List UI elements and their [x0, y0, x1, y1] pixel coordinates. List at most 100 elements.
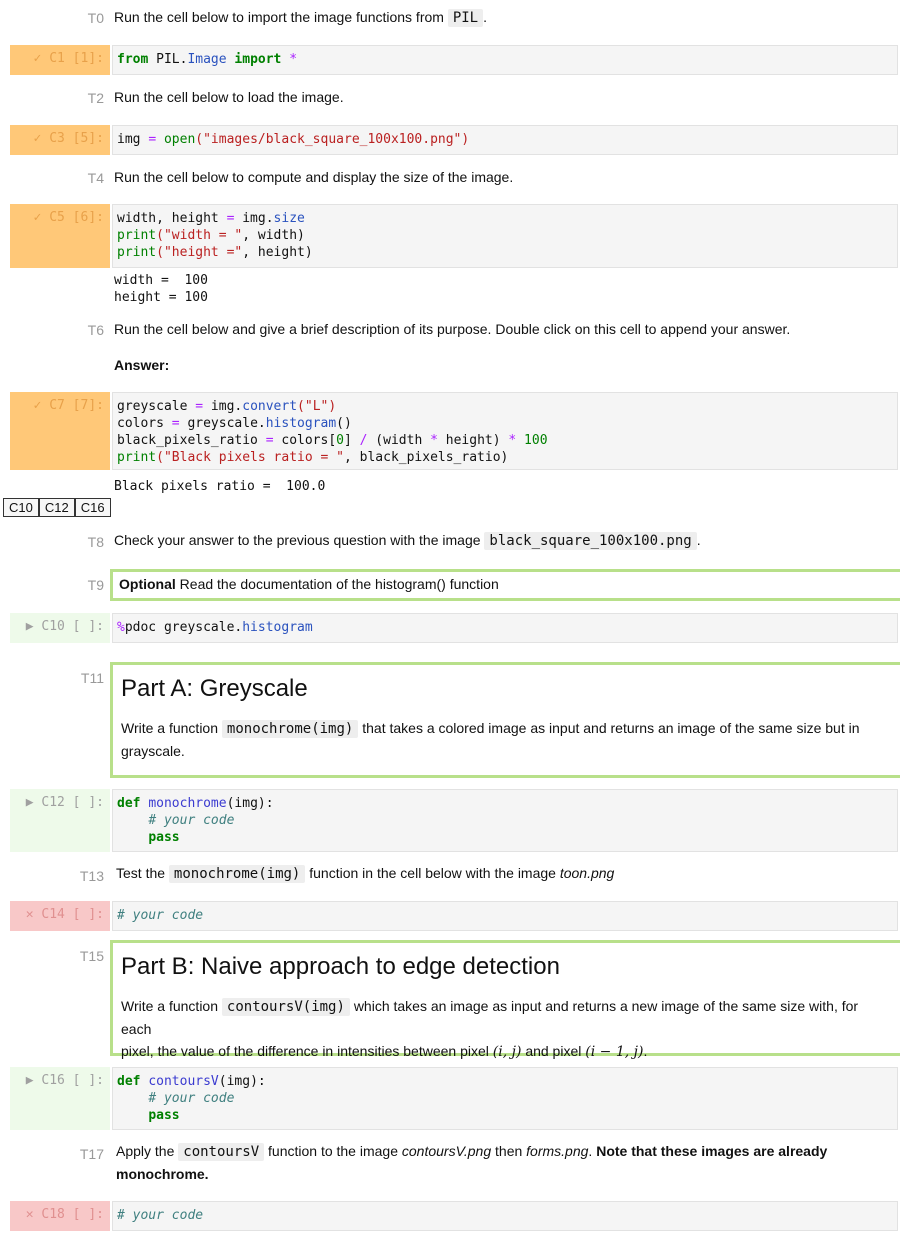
cell-text: Run the cell below to load the image. [114, 89, 344, 105]
italic-text: contoursV.png [401, 1143, 492, 1159]
markdown-cell[interactable]: Optional Read the documentation of the h… [110, 569, 900, 601]
code-cell[interactable]: ✓ C1 [1]: from PIL.Image import * [10, 45, 898, 75]
code-cell[interactable]: ✕ C14 [ ]: # your code [10, 901, 898, 931]
cell-prompt: ▶ C16 [ ]: [10, 1067, 110, 1130]
code-editor[interactable]: img = open("images/black_square_100x100.… [112, 125, 898, 155]
code-token: () [336, 416, 352, 431]
code-token: (img): [226, 796, 274, 811]
code-token: img [117, 132, 141, 147]
code-token: = [148, 132, 157, 147]
code-editor[interactable]: # your code [112, 1201, 898, 1231]
code-editor[interactable]: %pdoc greyscale.histogram [112, 613, 898, 643]
tab-c16[interactable]: C16 [74, 498, 111, 517]
markdown-cell[interactable]: Run the cell below to import the image f… [114, 6, 487, 29]
code-cell[interactable]: ✓ C7 [7]: greyscale = img.convert("L") c… [10, 392, 898, 470]
markdown-cell[interactable]: Apply the contoursV function to the imag… [116, 1140, 876, 1185]
code-token: greyscale [117, 399, 196, 414]
cell-text: Run the cell below and give a brief desc… [114, 321, 791, 337]
cell-text: that takes a colored image as input and … [362, 720, 860, 736]
markdown-cell[interactable]: Run the cell below to compute and displa… [114, 166, 513, 188]
code-token: ("Black pixels ratio = " [156, 450, 344, 465]
cell-prompt: ✕ C14 [ ]: [10, 901, 110, 931]
code-token: # your code [117, 1208, 204, 1223]
code-cell[interactable]: ▶ C10 [ ]: %pdoc greyscale.histogram [10, 613, 898, 643]
punct: . [643, 1043, 648, 1059]
markdown-cell[interactable]: Check your answer to the previous questi… [114, 529, 701, 552]
code-token: img. [242, 211, 274, 226]
cell-paragraph: Write a function monochrome(img) that ta… [121, 717, 892, 762]
italic-text: forms.png [526, 1143, 589, 1159]
inline-code: contoursV(img) [221, 998, 350, 1016]
markdown-cell[interactable]: Run the cell below to load the image. [114, 86, 344, 108]
inline-code: monochrome(img) [168, 865, 306, 883]
code-token: pdoc greyscale. [124, 620, 243, 635]
inline-code: PIL [447, 9, 484, 27]
cell-prompt: ✓ C7 [7]: [10, 392, 110, 470]
markdown-cell[interactable]: Part B: Naive approach to edge detection… [110, 940, 900, 1060]
code-token: colors[ [273, 433, 337, 448]
code-token: print [117, 228, 157, 243]
italic-text: toon.png [559, 865, 615, 881]
code-token: width, height [117, 211, 227, 226]
code-cell[interactable]: ✓ C5 [6]: width, height = img.size print… [10, 204, 898, 268]
code-token: monochrome [148, 796, 227, 811]
code-token: = [265, 433, 274, 448]
code-cell[interactable]: ✕ C18 [ ]: # your code [10, 1201, 898, 1231]
code-token: import [234, 52, 282, 67]
code-token: convert [242, 399, 298, 414]
cell-text: pixel, the value of the difference in in… [121, 1043, 489, 1059]
code-token: , height) [242, 245, 313, 260]
code-token: def [117, 796, 141, 811]
cell-text: Test the [116, 865, 166, 881]
section-title: Part B: Naive approach to edge detection [121, 953, 560, 980]
cell-text: function in the cell below with the imag… [309, 865, 556, 881]
code-cell[interactable]: ▶ C12 [ ]: def monochrome(img): # your c… [10, 789, 898, 852]
code-token: def [117, 1074, 141, 1089]
code-token: = [195, 399, 204, 414]
code-token: pass [148, 830, 180, 845]
cell-text: function to the image [268, 1143, 398, 1159]
bold-text: monochrome. [116, 1166, 209, 1182]
code-cell[interactable]: ▶ C16 [ ]: def contoursV(img): # your co… [10, 1067, 898, 1130]
code-token: = [226, 211, 243, 226]
code-editor[interactable]: def monochrome(img): # your code pass [112, 789, 898, 852]
code-token: ("images/black_square_100x100.png") [195, 132, 470, 147]
code-token: height) [437, 433, 509, 448]
cell-text: Check your answer to the previous questi… [114, 532, 481, 548]
cell-prompt: ✕ C18 [ ]: [10, 1201, 110, 1231]
code-token: (img): [218, 1074, 266, 1089]
answer-label: Answer: [114, 357, 170, 373]
markdown-cell[interactable]: Test the monochrome(img) function in the… [116, 862, 614, 885]
code-editor[interactable]: greyscale = img.convert("L") colors = gr… [112, 392, 898, 470]
code-token: print [117, 245, 157, 260]
tab-c10[interactable]: C10 [3, 498, 39, 517]
cell-label: T0 [87, 10, 104, 26]
code-editor[interactable]: width, height = img.size print("width = … [112, 204, 898, 268]
code-token: from [117, 52, 149, 67]
cell-text: Run the cell below to compute and displa… [114, 169, 514, 185]
cell-text: and pixel [525, 1043, 582, 1059]
tab-c12[interactable]: C12 [38, 498, 75, 517]
code-editor[interactable]: def contoursV(img): # your code pass [112, 1067, 898, 1130]
code-token: 100 [516, 433, 548, 448]
markdown-cell[interactable]: Part A: Greyscale Write a function monoc… [110, 662, 900, 778]
punct: . [696, 532, 701, 548]
code-editor[interactable]: from PIL.Image import * [112, 45, 898, 75]
markdown-cell[interactable]: Run the cell below and give a brief desc… [114, 318, 894, 340]
code-editor[interactable]: # your code [112, 901, 898, 931]
cell-prompt: ✓ C1 [1]: [10, 45, 110, 75]
cell-text: then [495, 1143, 523, 1159]
code-token: contoursV [148, 1074, 219, 1089]
code-token: = [171, 416, 180, 431]
code-token: , black_pixels_ratio) [343, 450, 509, 465]
bold-text: Note that these images are already [596, 1143, 828, 1159]
cell-label: T17 [79, 1146, 104, 1162]
inline-code: black_square_100x100.png [484, 532, 697, 550]
cell-label: T11 [80, 670, 104, 686]
code-token: 0 [336, 433, 344, 448]
cell-output: Black pixels ratio = 100.0 [114, 479, 326, 494]
code-token: ("width = " [156, 228, 243, 243]
cell-label: T9 [87, 577, 104, 593]
cell-label: T15 [79, 948, 104, 964]
code-cell[interactable]: ✓ C3 [5]: img = open("images/black_squar… [10, 125, 898, 155]
